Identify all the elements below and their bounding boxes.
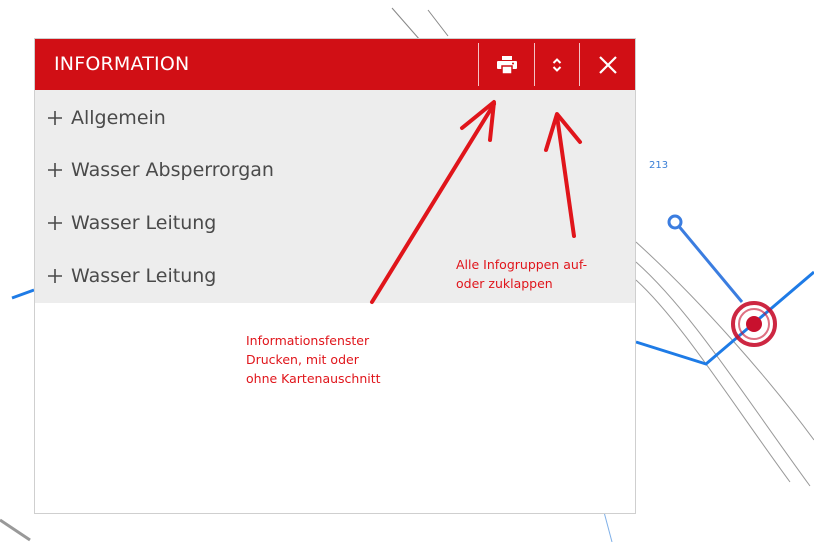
pipe-line <box>635 270 814 366</box>
pipe-node-icon <box>667 214 683 230</box>
pipe-line <box>11 288 35 300</box>
plus-icon <box>45 266 65 286</box>
info-group-wasser-absperrorgan[interactable]: Wasser Absperrorgan <box>45 150 274 190</box>
info-group-label: Wasser Leitung <box>71 212 217 234</box>
annotation-toggle-note: Alle Infogruppen auf- oder zuklappen <box>456 257 588 291</box>
info-group-wasser-leitung[interactable]: Wasser Leitung <box>45 256 216 296</box>
expand-collapse-button[interactable] <box>535 39 579 90</box>
annotation-print-note: Informationsfenster Drucken, mit oder oh… <box>246 333 381 386</box>
panel-header: INFORMATION <box>35 39 635 90</box>
close-icon <box>598 55 617 74</box>
panel-title: INFORMATION <box>54 53 190 75</box>
info-group-label: Wasser Absperrorgan <box>71 159 274 181</box>
print-button[interactable] <box>479 39 534 90</box>
plus-icon <box>45 213 65 233</box>
info-group-wasser-leitung[interactable]: Wasser Leitung <box>45 203 216 243</box>
map-label: 213 <box>649 160 669 171</box>
plus-icon <box>45 108 65 128</box>
close-button[interactable] <box>580 39 635 90</box>
printer-icon <box>496 55 517 74</box>
info-group-label: Wasser Leitung <box>71 265 217 287</box>
expand-collapse-icon <box>552 57 562 72</box>
plus-icon <box>45 160 65 180</box>
info-group-allgemein[interactable]: Allgemein <box>45 98 166 138</box>
info-group-label: Allgemein <box>71 107 166 129</box>
pipe-line <box>675 223 744 303</box>
